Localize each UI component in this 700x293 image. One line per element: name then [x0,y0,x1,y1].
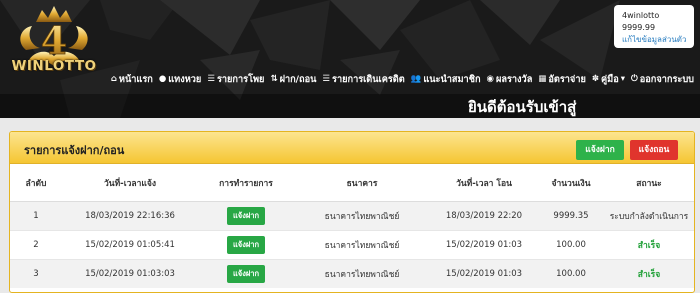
cell-type: แจ้งฝาก [198,230,294,260]
cell-no: 1 [10,201,62,231]
nav-bet-list[interactable]: ☰ รายการโพย [207,71,264,87]
cell-transfer-time: 15/02/2019 01:03 [430,230,538,260]
welcome-text: ยินดีต้อนรับเข้าสู่ [468,98,577,116]
cell-amount: 100.00 [538,259,604,288]
nav-label: รายการโพย [216,73,265,85]
rate-icon: ▦ [538,74,547,84]
table-header-row: ลำดับ วันที่-เวลาแจ้ง การทำรายการ ธนาคาร… [10,164,694,202]
nav-label: คู่มือ [601,73,619,85]
cell-bank: ธนาคารไทยพาณิชย์ [294,230,430,260]
cell-bank: ธนาคารไทยพาณิชย์ [294,259,430,288]
cell-notify-time: 15/02/2019 01:05:41 [62,230,198,260]
nav-bet-lotto[interactable]: ● แทงหวย [159,71,201,87]
col-header-status: สถานะ [604,164,694,202]
type-badge: แจ้งฝาก [226,265,266,283]
nav-label: รายการเดินเครดิต [332,73,405,85]
credit-list-icon: ☰ [322,74,331,84]
cell-transfer-time: 15/02/2019 01:03 [430,259,538,288]
panel-header: รายการแจ้งฝาก/ถอน แจ้งฝาก แจ้งถอน [10,132,694,164]
users-icon: 👥 [410,74,422,84]
home-icon: ⌂ [110,74,117,84]
col-header-transfer-time: วันที่-เวลา โอน [430,164,538,202]
username: 4winlotto [622,11,660,20]
transactions-table: ลำดับ วันที่-เวลาแจ้ง การทำรายการ ธนาคาร… [10,164,694,288]
coin-icon: ● [158,74,167,84]
site-header: 4 WINLOTTO 4winlotto 9999.99 แก้ไขข้อมูล… [0,0,700,118]
cell-bank: ธนาคารไทยพาณิชย์ [294,201,430,231]
power-icon: ⏻ [631,74,638,84]
panel-title: รายการแจ้งฝาก/ถอน [24,144,125,157]
cell-no: 3 [10,259,62,288]
main-nav: ⌂ หน้าแรก ● แทงหวย ☰ รายการโพย ⇅ ฝาก/ถอน ☰ รา… [107,71,694,87]
nav-label: ผลรางวัล [495,73,533,85]
logo-wordmark: WINLOTTO [11,58,97,74]
nav-referral[interactable]: 👥 แนะนำสมาชิก [411,71,481,87]
nav-label: แทงหวย [168,73,202,85]
svg-text:4: 4 [41,18,67,63]
cell-no: 2 [10,230,62,260]
col-header-no: ลำดับ [10,164,62,202]
cell-status: ระบบกำลังดำเนินการ [604,201,694,231]
cell-transfer-time: 18/03/2019 22:20 [430,201,538,231]
table-row: 3 15/02/2019 01:03:03 แจ้งฝาก ธนาคารไทยพ… [10,259,694,288]
nav-manual[interactable]: ✽ คู่มือ ▾ [592,71,625,87]
nav-credit-list[interactable]: ☰ รายการเดินเครดิต [322,71,404,87]
cell-amount: 100.00 [538,230,604,260]
col-header-bank: ธนาคาร [294,164,430,202]
col-header-amount: จำนวนเงิน [538,164,604,202]
nav-deposit-withdraw[interactable]: ⇅ ฝาก/ถอน [270,71,316,87]
list-icon: ☰ [207,74,215,84]
table-row: 1 18/03/2019 22:16:36 แจ้งฝาก ธนาคารไทยพ… [10,201,694,231]
transfer-icon: ⇅ [270,74,278,84]
nav-label: ฝาก/ถอน [279,73,317,85]
notify-deposit-button[interactable]: แจ้งฝาก [576,140,624,160]
caret-down-icon: ▾ [620,74,626,84]
cell-notify-time: 15/02/2019 01:03:03 [62,259,198,288]
eye-icon: ◉ [486,74,494,84]
cell-status: สำเร็จ [604,259,694,288]
cell-type: แจ้งฝาก [198,201,294,231]
cell-notify-time: 18/03/2019 22:16:36 [62,201,198,231]
nav-label: ออกจากระบบ [639,73,694,85]
nav-logout[interactable]: ⏻ ออกจากระบบ [631,71,694,87]
welcome-bar [0,94,700,118]
cell-type: แจ้งฝาก [198,259,294,288]
nav-label: แนะนำสมาชิก [423,73,481,85]
cell-status: สำเร็จ [604,230,694,260]
col-header-notify-time: วันที่-เวลาแจ้ง [62,164,198,202]
type-badge: แจ้งฝาก [226,236,266,254]
nav-label: หน้าแรก [118,73,153,85]
notify-withdraw-button[interactable]: แจ้งถอน [630,140,678,160]
table-row: 2 15/02/2019 01:05:41 แจ้งฝาก ธนาคารไทยพ… [10,230,694,260]
nav-label: อัตราจ่าย [548,73,586,85]
user-info-box: 4winlotto 9999.99 แก้ไขข้อมูลส่วนตัว [614,5,694,48]
nav-results[interactable]: ◉ ผลรางวัล [487,71,533,87]
col-header-type: การทำรายการ [198,164,294,202]
transactions-panel: รายการแจ้งฝาก/ถอน แจ้งฝาก แจ้งถอน ลำดับ … [9,131,695,293]
nav-home[interactable]: ⌂ หน้าแรก [111,71,153,87]
manual-icon: ✽ [591,74,599,84]
type-badge: แจ้งฝาก [226,207,266,225]
credit-balance: 9999.99 [622,23,656,32]
cell-amount: 9999.35 [538,201,604,231]
nav-payout-rate[interactable]: ▦ อัตราจ่าย [538,71,586,87]
edit-profile-link[interactable]: แก้ไขข้อมูลส่วนตัว [622,34,694,46]
